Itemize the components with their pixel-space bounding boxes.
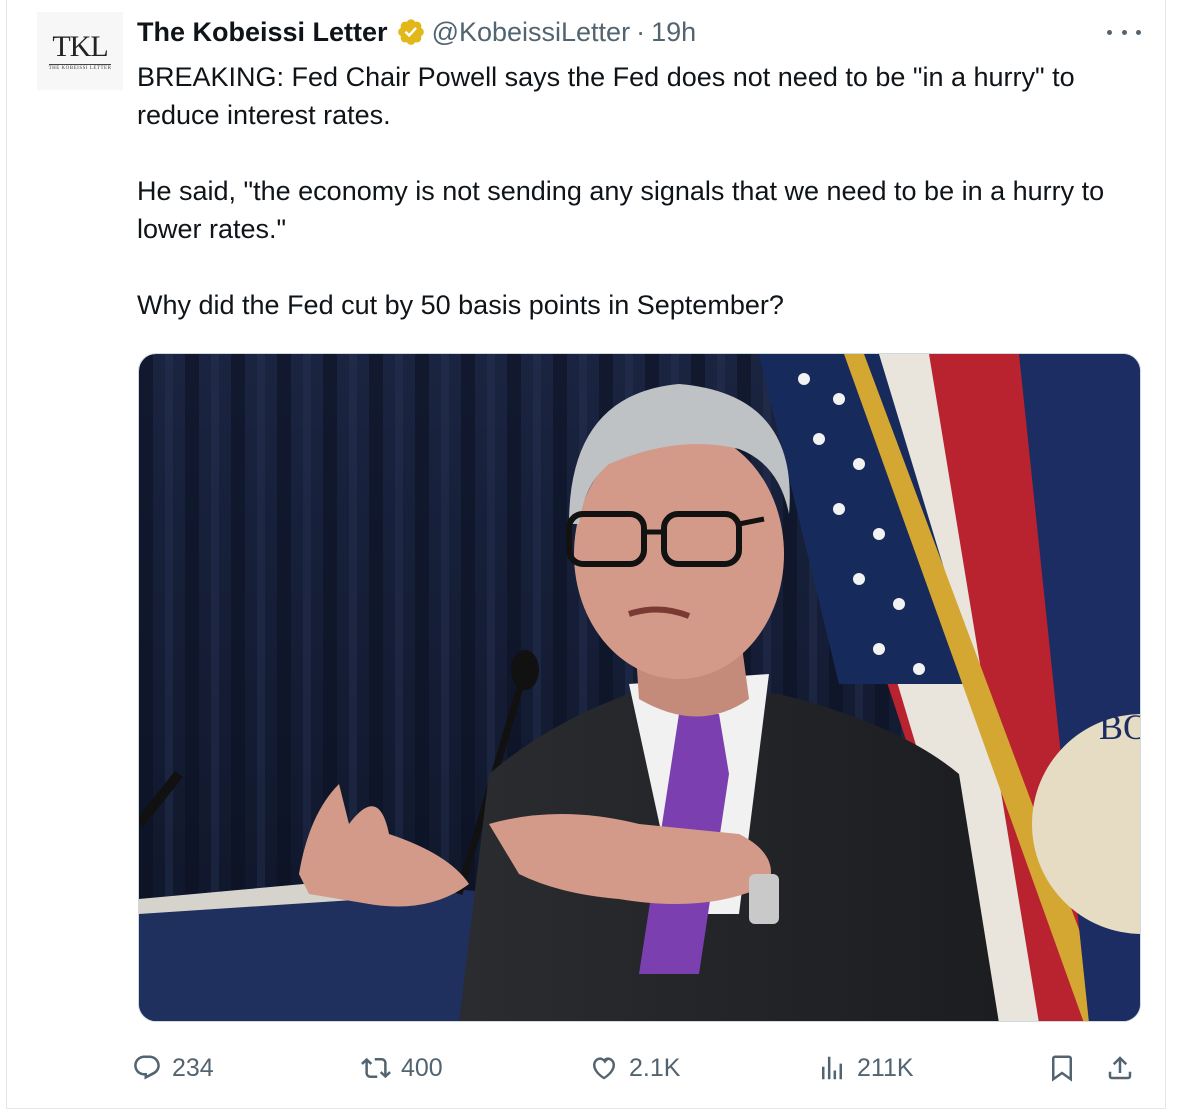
seal-text: BO [1099,707,1141,747]
avatar[interactable]: TKL THE KOBEISSI LETTER [37,12,123,90]
photo-illustration: BO [139,354,1141,1021]
views-icon [822,1056,842,1080]
verified-badge-icon[interactable] [396,17,426,47]
action-bar: 234 400 2.1K 211K [7,1046,1167,1090]
like-count: 2.1K [629,1053,681,1082]
tweet-card[interactable]: TKL THE KOBEISSI LETTER The Kobeissi Let… [6,0,1166,1109]
bookmark-icon [1052,1055,1072,1082]
separator-dot: · [636,16,646,47]
tweet-paragraph: He said, "the economy is not sending any… [137,176,1105,244]
share-icon [1108,1056,1132,1080]
handle[interactable]: @KobeissiLetter [432,17,631,48]
share-button[interactable] [1105,1046,1145,1090]
repost-button[interactable]: 400 [361,1046,443,1090]
avatar-monogram: TKL [52,29,108,63]
reply-count: 234 [172,1053,214,1082]
tweet-text: BREAKING: Fed Chair Powell says the Fed … [137,58,1147,324]
avatar-subtext: THE KOBEISSI LETTER [48,63,112,71]
tweet-header: The Kobeissi Letter @KobeissiLetter · 19… [137,14,696,50]
reply-button[interactable]: 234 [132,1046,214,1090]
tweet-paragraph: Why did the Fed cut by 50 basis points i… [137,290,784,320]
repost-count: 400 [401,1053,443,1082]
tweet-photo[interactable]: BO [138,353,1141,1022]
views-count: 211K [857,1053,914,1082]
tweet-paragraph: BREAKING: Fed Chair Powell says the Fed … [137,62,1075,130]
repost-icon [361,1057,391,1079]
reply-icon [134,1055,160,1080]
like-button[interactable]: 2.1K [589,1046,680,1090]
heart-icon [592,1057,616,1080]
bookmark-button[interactable] [1047,1046,1087,1090]
more-icon[interactable] [1107,20,1141,44]
views-button[interactable]: 211K [817,1046,914,1090]
display-name[interactable]: The Kobeissi Letter [137,17,388,48]
timestamp[interactable]: 19h [651,17,696,48]
